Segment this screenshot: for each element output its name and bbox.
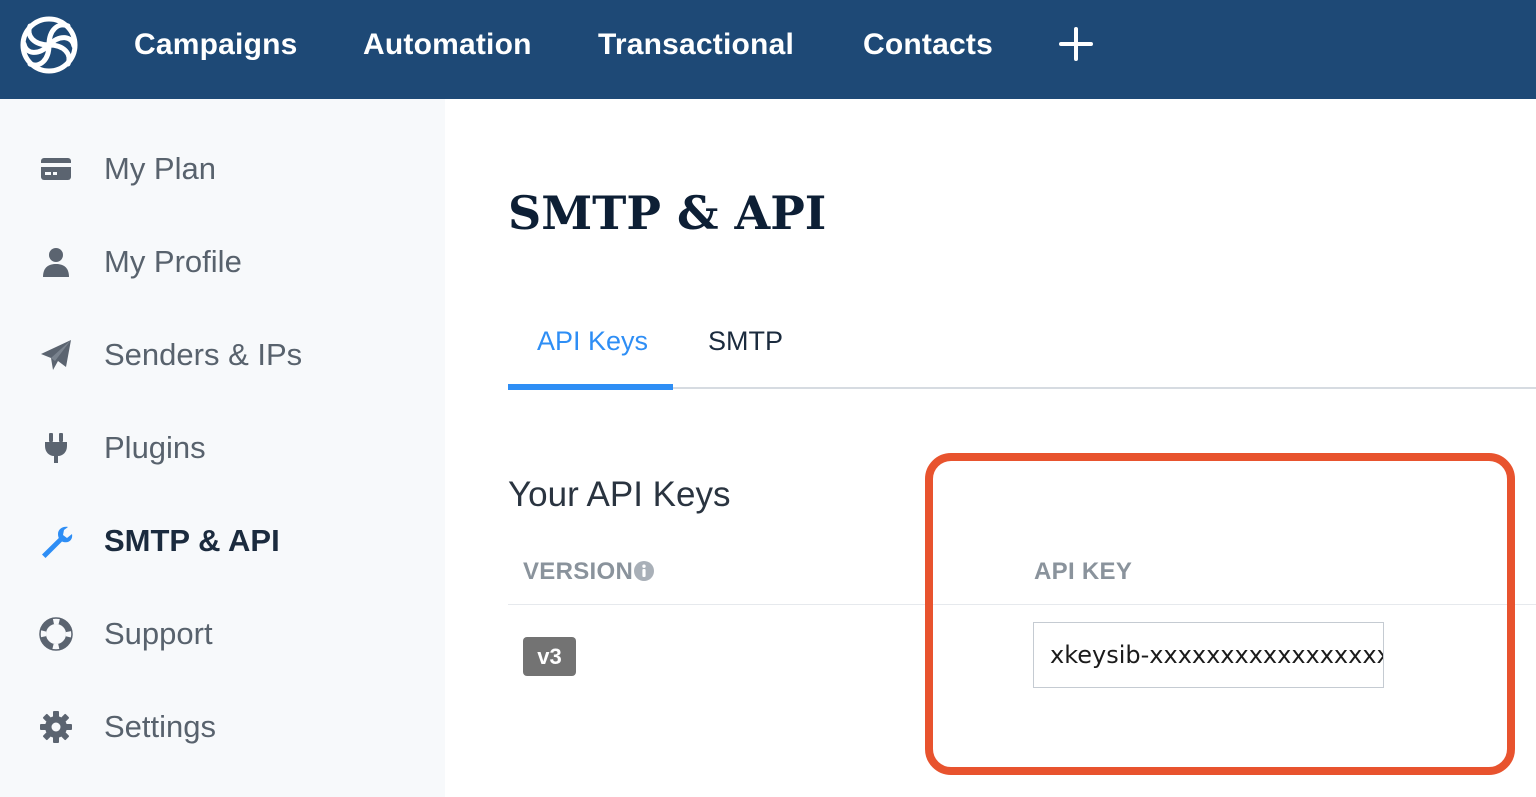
highlight-annotation-box — [925, 453, 1515, 775]
version-badge: v3 — [523, 637, 576, 676]
info-icon[interactable] — [633, 560, 655, 582]
sidebar-item-label: SMTP & API — [104, 523, 280, 558]
nav-automation[interactable]: Automation — [363, 26, 532, 64]
tab-smtp[interactable]: SMTP — [708, 324, 783, 358]
sidebar-item-label: My Plan — [104, 151, 216, 186]
paper-plane-icon — [41, 340, 71, 370]
section-title: Your API Keys — [508, 475, 731, 514]
nav-contacts[interactable]: Contacts — [863, 26, 993, 64]
tab-api-keys[interactable]: API Keys — [537, 324, 648, 358]
sendinblue-logo-icon[interactable] — [18, 14, 80, 76]
sidebar-item-label: Settings — [104, 709, 217, 744]
active-tab-indicator — [508, 384, 673, 390]
column-header-version: VERSION — [523, 558, 634, 585]
sidebar-item-plugins[interactable]: Plugins — [0, 418, 445, 478]
user-icon — [43, 248, 69, 277]
sidebar-item-senders-ips[interactable]: Senders & IPs — [0, 325, 445, 385]
sidebar-item-smtp-api[interactable]: SMTP & API — [0, 511, 445, 571]
sidebar-item-label: Support — [104, 616, 213, 651]
gear-icon — [40, 711, 72, 743]
sidebar-item-my-profile[interactable]: My Profile — [0, 232, 445, 292]
sidebar-item-settings[interactable]: Settings — [0, 697, 445, 757]
sidebar-item-label: My Profile — [104, 244, 242, 279]
top-navigation-bar: Campaigns Automation Transactional Conta… — [0, 0, 1536, 99]
sidebar-item-label: Plugins — [104, 430, 206, 465]
settings-sidebar: My Plan My Profile Senders & IPs Plugins… — [0, 99, 445, 797]
nav-campaigns[interactable]: Campaigns — [134, 26, 298, 64]
wrench-icon — [42, 526, 73, 558]
sidebar-item-support[interactable]: Support — [0, 604, 445, 664]
lifebuoy-icon — [39, 617, 73, 651]
plug-icon — [45, 433, 67, 463]
sidebar-item-my-plan[interactable]: My Plan — [0, 139, 445, 199]
page-title: SMTP & API — [508, 186, 827, 240]
plus-icon[interactable] — [1058, 26, 1094, 62]
nav-transactional[interactable]: Transactional — [598, 26, 794, 64]
sidebar-item-label: Senders & IPs — [104, 337, 303, 372]
credit-card-icon — [41, 158, 71, 180]
